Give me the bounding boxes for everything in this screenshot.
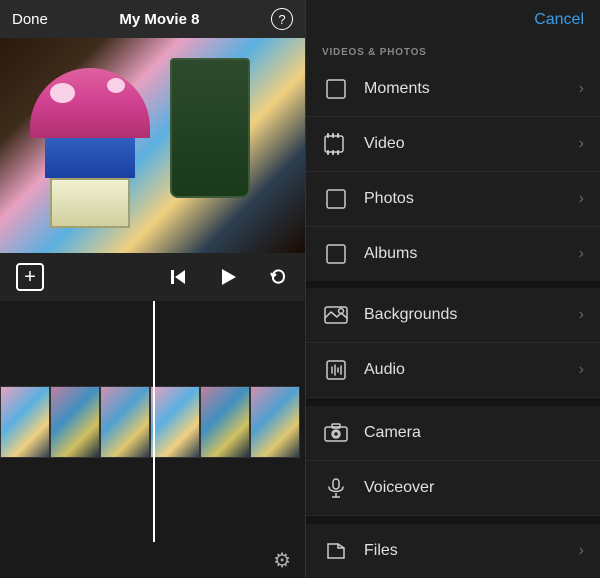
cup-decoration bbox=[170, 58, 250, 198]
backgrounds-icon bbox=[322, 301, 350, 329]
albums-icon bbox=[322, 240, 350, 268]
undo-button[interactable] bbox=[267, 266, 289, 288]
backgrounds-label: Backgrounds bbox=[364, 306, 579, 324]
app-header: Done My Movie 8 ? bbox=[0, 0, 305, 38]
project-title: My Movie 8 bbox=[119, 11, 199, 28]
voiceover-icon bbox=[322, 474, 350, 502]
audio-icon bbox=[322, 356, 350, 384]
film-frame-5 bbox=[200, 386, 250, 458]
add-media-button[interactable]: + bbox=[16, 263, 44, 291]
film-frame-3 bbox=[100, 386, 150, 458]
mushroom-decoration bbox=[30, 68, 150, 228]
film-frame-2 bbox=[50, 386, 100, 458]
video-icon bbox=[322, 130, 350, 158]
photos-chevron: › bbox=[579, 190, 584, 208]
menu-item-photos[interactable]: Photos › bbox=[306, 172, 600, 227]
playback-controls: + bbox=[0, 253, 305, 301]
video-chevron: › bbox=[579, 135, 584, 153]
files-icon bbox=[322, 537, 350, 565]
menu-item-voiceover[interactable]: Voiceover › bbox=[306, 461, 600, 516]
video-preview bbox=[0, 38, 305, 253]
audio-chevron: › bbox=[579, 361, 584, 379]
menu-item-video[interactable]: Video › bbox=[306, 117, 600, 172]
menu-item-files[interactable]: Files › bbox=[306, 524, 600, 578]
section-divider-3 bbox=[306, 516, 600, 524]
camera-icon bbox=[322, 419, 350, 447]
media-menu: Moments › Video › bbox=[306, 62, 600, 281]
section-divider-1 bbox=[306, 281, 600, 288]
playhead bbox=[153, 301, 155, 542]
albums-chevron: › bbox=[579, 245, 584, 263]
play-button[interactable] bbox=[217, 266, 239, 288]
film-strip bbox=[0, 386, 300, 458]
menu-item-audio[interactable]: Audio › bbox=[306, 343, 600, 398]
settings-button[interactable]: ⚙ bbox=[273, 548, 291, 573]
done-button[interactable]: Done bbox=[12, 11, 48, 28]
timeline[interactable] bbox=[0, 301, 305, 542]
right-panel: Cancel VIDEOS & PHOTOS Moments › bbox=[305, 0, 600, 578]
menu-item-camera[interactable]: Camera › bbox=[306, 406, 600, 461]
left-panel: Done My Movie 8 ? + bbox=[0, 0, 305, 578]
preview-frame bbox=[0, 38, 305, 253]
film-frame-4 bbox=[150, 386, 200, 458]
cancel-button[interactable]: Cancel bbox=[534, 11, 584, 29]
right-header: Cancel bbox=[306, 0, 600, 41]
albums-label: Albums bbox=[364, 245, 579, 263]
video-label: Video bbox=[364, 135, 579, 153]
files-chevron: › bbox=[579, 542, 584, 560]
skip-back-button[interactable] bbox=[167, 266, 189, 288]
bottom-bar: ⚙ bbox=[0, 542, 305, 578]
photos-label: Photos bbox=[364, 190, 579, 208]
voiceover-label: Voiceover bbox=[364, 479, 579, 497]
moments-label: Moments bbox=[364, 80, 579, 98]
menu-item-moments[interactable]: Moments › bbox=[306, 62, 600, 117]
menu-item-albums[interactable]: Albums › bbox=[306, 227, 600, 281]
section-divider-2 bbox=[306, 398, 600, 406]
moments-chevron: › bbox=[579, 80, 584, 98]
menu-item-backgrounds[interactable]: Backgrounds › bbox=[306, 288, 600, 343]
help-button[interactable]: ? bbox=[271, 8, 293, 30]
camera-label: Camera bbox=[364, 424, 579, 442]
section-label-videos-photos: VIDEOS & PHOTOS bbox=[306, 41, 600, 62]
film-frame-1 bbox=[0, 386, 50, 458]
audio-label: Audio bbox=[364, 361, 579, 379]
backgrounds-chevron: › bbox=[579, 306, 584, 324]
moments-icon bbox=[322, 75, 350, 103]
film-frame-6 bbox=[250, 386, 300, 458]
photos-icon bbox=[322, 185, 350, 213]
other-menu: Backgrounds › Audio › bbox=[306, 288, 600, 578]
files-label: Files bbox=[364, 542, 579, 560]
